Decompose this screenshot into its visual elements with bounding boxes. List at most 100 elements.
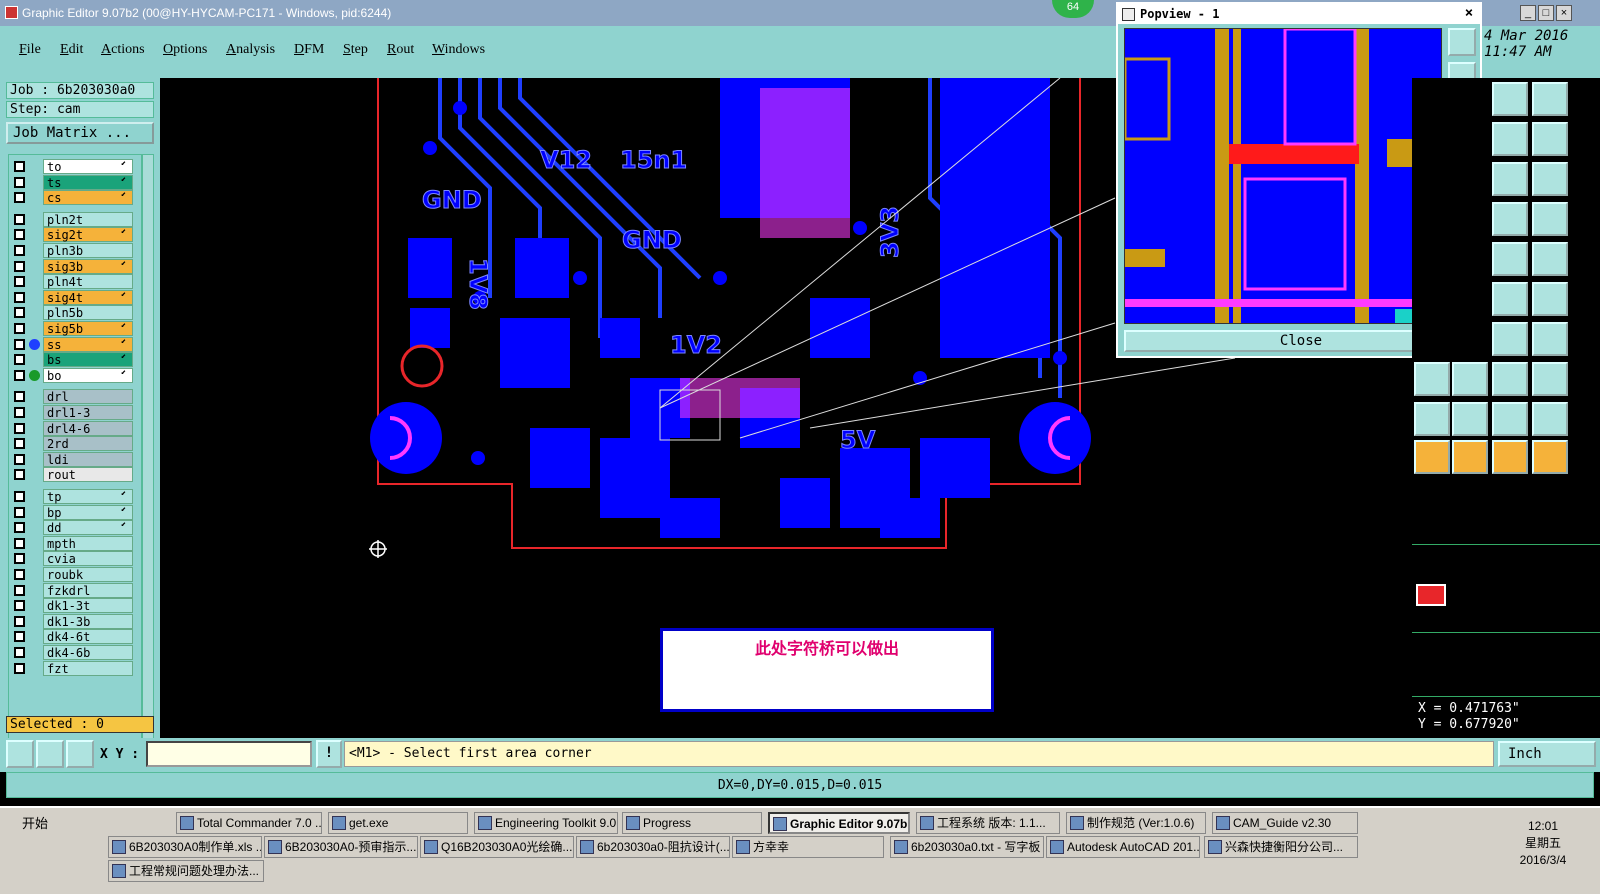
- menu-dfm[interactable]: DFM: [294, 42, 324, 58]
- menu-actions[interactable]: Actions: [101, 42, 145, 58]
- layer-name[interactable]: ldi: [43, 451, 133, 467]
- start-button[interactable]: 开始: [2, 812, 62, 836]
- snap-icon[interactable]: [1532, 122, 1568, 156]
- layer-checkbox[interactable]: [14, 522, 25, 534]
- layer-row[interactable]: sig4t ⬋: [9, 289, 143, 305]
- layer-checkbox[interactable]: [14, 453, 25, 465]
- rotate-icon[interactable]: [1492, 322, 1528, 356]
- menu-step[interactable]: Step: [343, 42, 368, 58]
- menu-edit[interactable]: Edit: [60, 42, 83, 58]
- layer-name[interactable]: cs: [43, 190, 133, 206]
- xy-input[interactable]: [146, 741, 312, 767]
- layer-name[interactable]: cvia: [43, 551, 133, 567]
- layer-checkbox[interactable]: [14, 647, 25, 658]
- layer-row[interactable]: sig2t ⬋: [9, 227, 143, 243]
- layer-checkbox[interactable]: [14, 291, 25, 303]
- window-icon[interactable]: [1532, 82, 1568, 116]
- maximize-button[interactable]: □: [1538, 5, 1554, 21]
- layer-row[interactable]: cs ⬋: [9, 190, 143, 206]
- layer-checkbox[interactable]: [14, 491, 25, 502]
- layer-checkbox[interactable]: [14, 307, 25, 319]
- layer-row[interactable]: pln3b: [9, 243, 143, 258]
- layer-name[interactable]: pln3b: [43, 243, 133, 258]
- layer-name[interactable]: drl1-3: [43, 405, 133, 420]
- layer-row[interactable]: fzt: [9, 660, 143, 676]
- align-icon[interactable]: [1492, 362, 1528, 396]
- layer-checkbox[interactable]: [14, 192, 25, 204]
- menu-rout[interactable]: Rout: [387, 42, 414, 58]
- triangle4-icon[interactable]: [1532, 402, 1568, 436]
- layer-row[interactable]: fzkdrl: [9, 582, 143, 598]
- ruler-icon[interactable]: [1492, 242, 1528, 276]
- layer-name[interactable]: pln5b: [43, 305, 133, 321]
- zoom-window-icon[interactable]: [6, 740, 34, 768]
- layer-name[interactable]: dk1-3b: [43, 613, 133, 629]
- layer-name[interactable]: fzkdrl: [43, 582, 133, 598]
- layer-name[interactable]: drl4-6: [43, 420, 133, 436]
- mirror-icon[interactable]: [1532, 322, 1568, 356]
- layer-row[interactable]: drl1-3: [9, 405, 143, 420]
- layer-name[interactable]: ss: [43, 336, 133, 352]
- net-icon[interactable]: [1492, 202, 1528, 236]
- layer-name[interactable]: sig5b: [43, 321, 133, 336]
- layer-row[interactable]: sig3b ⬋: [9, 258, 143, 274]
- layer-row[interactable]: roubk: [9, 567, 143, 582]
- close-button[interactable]: ×: [1556, 5, 1572, 21]
- layer-row[interactable]: dk4-6t: [9, 629, 143, 645]
- layer-row[interactable]: dd ⬋: [9, 520, 143, 536]
- menu-file[interactable]: File: [19, 42, 41, 58]
- layer-checkbox[interactable]: [14, 260, 25, 272]
- taskbar-item[interactable]: Graphic Editor 9.07b...: [768, 812, 910, 834]
- layer-checkbox[interactable]: [14, 369, 25, 381]
- layer-checkbox[interactable]: [14, 615, 25, 627]
- menu-options[interactable]: Options: [163, 42, 207, 58]
- info-icon[interactable]: !: [316, 740, 342, 768]
- layer-row[interactable]: dk1-3t: [9, 598, 143, 614]
- layer-checkbox[interactable]: [14, 176, 25, 188]
- taskbar-item[interactable]: Q16B203030A0光绘确...: [420, 836, 574, 858]
- layer-row[interactable]: pln5b: [9, 305, 143, 321]
- layer-name[interactable]: sig3b: [43, 258, 133, 274]
- select-icon[interactable]: [1414, 440, 1450, 474]
- layer-name[interactable]: 2rd: [43, 436, 133, 452]
- layer-checkbox[interactable]: [14, 323, 25, 334]
- zoom-area-icon[interactable]: [36, 740, 64, 768]
- layer-name[interactable]: drl: [43, 389, 133, 405]
- fill-icon[interactable]: [1532, 162, 1568, 196]
- layer-name[interactable]: bs: [43, 352, 133, 368]
- measure-icon[interactable]: [1492, 282, 1528, 316]
- step-icon[interactable]: [1492, 122, 1528, 156]
- menu-analysis[interactable]: Analysis: [226, 42, 275, 58]
- layer-row[interactable]: pln4t: [9, 274, 143, 290]
- copy-icon[interactable]: [1414, 362, 1450, 396]
- layer-checkbox[interactable]: [14, 276, 25, 288]
- layer-name[interactable]: bo: [43, 367, 133, 383]
- layer-checkbox[interactable]: [14, 213, 25, 225]
- layer-name[interactable]: ts: [43, 174, 133, 190]
- layer-name[interactable]: tp: [43, 489, 133, 504]
- taskbar-item[interactable]: 工程常规问题处理办法...: [108, 860, 264, 882]
- triangle-icon[interactable]: [1414, 402, 1450, 436]
- layer-row[interactable]: cvia: [9, 551, 143, 567]
- layer-row[interactable]: dk4-6b: [9, 645, 143, 660]
- pad-icon[interactable]: [1532, 242, 1568, 276]
- layer-checkbox[interactable]: [14, 469, 25, 481]
- layer-checkbox[interactable]: [14, 438, 25, 450]
- layer-name[interactable]: fzt: [43, 660, 133, 676]
- layer-checkbox[interactable]: [14, 553, 25, 565]
- select-box-icon[interactable]: [1452, 440, 1488, 474]
- layer-name[interactable]: bp: [43, 504, 133, 520]
- taskbar-item[interactable]: 6b203030a0.txt - 写字板: [890, 836, 1044, 858]
- layer-checkbox[interactable]: [14, 391, 25, 403]
- layer-row[interactable]: dk1-3b: [9, 613, 143, 629]
- layer-name[interactable]: roubk: [43, 567, 133, 582]
- layer-row[interactable]: ts ⬋: [9, 174, 143, 190]
- layer-row[interactable]: tp ⬋: [9, 489, 143, 504]
- taskbar-item[interactable]: 制作规范 (Ver:1.0.6): [1066, 812, 1206, 834]
- layer-row[interactable]: ldi: [9, 451, 143, 467]
- grid-icon[interactable]: [66, 740, 94, 768]
- layer-row[interactable]: drl: [9, 389, 143, 405]
- units-select[interactable]: Inch: [1498, 741, 1596, 767]
- select-multi-icon[interactable]: [1532, 440, 1568, 474]
- select-net-icon[interactable]: [1492, 440, 1528, 474]
